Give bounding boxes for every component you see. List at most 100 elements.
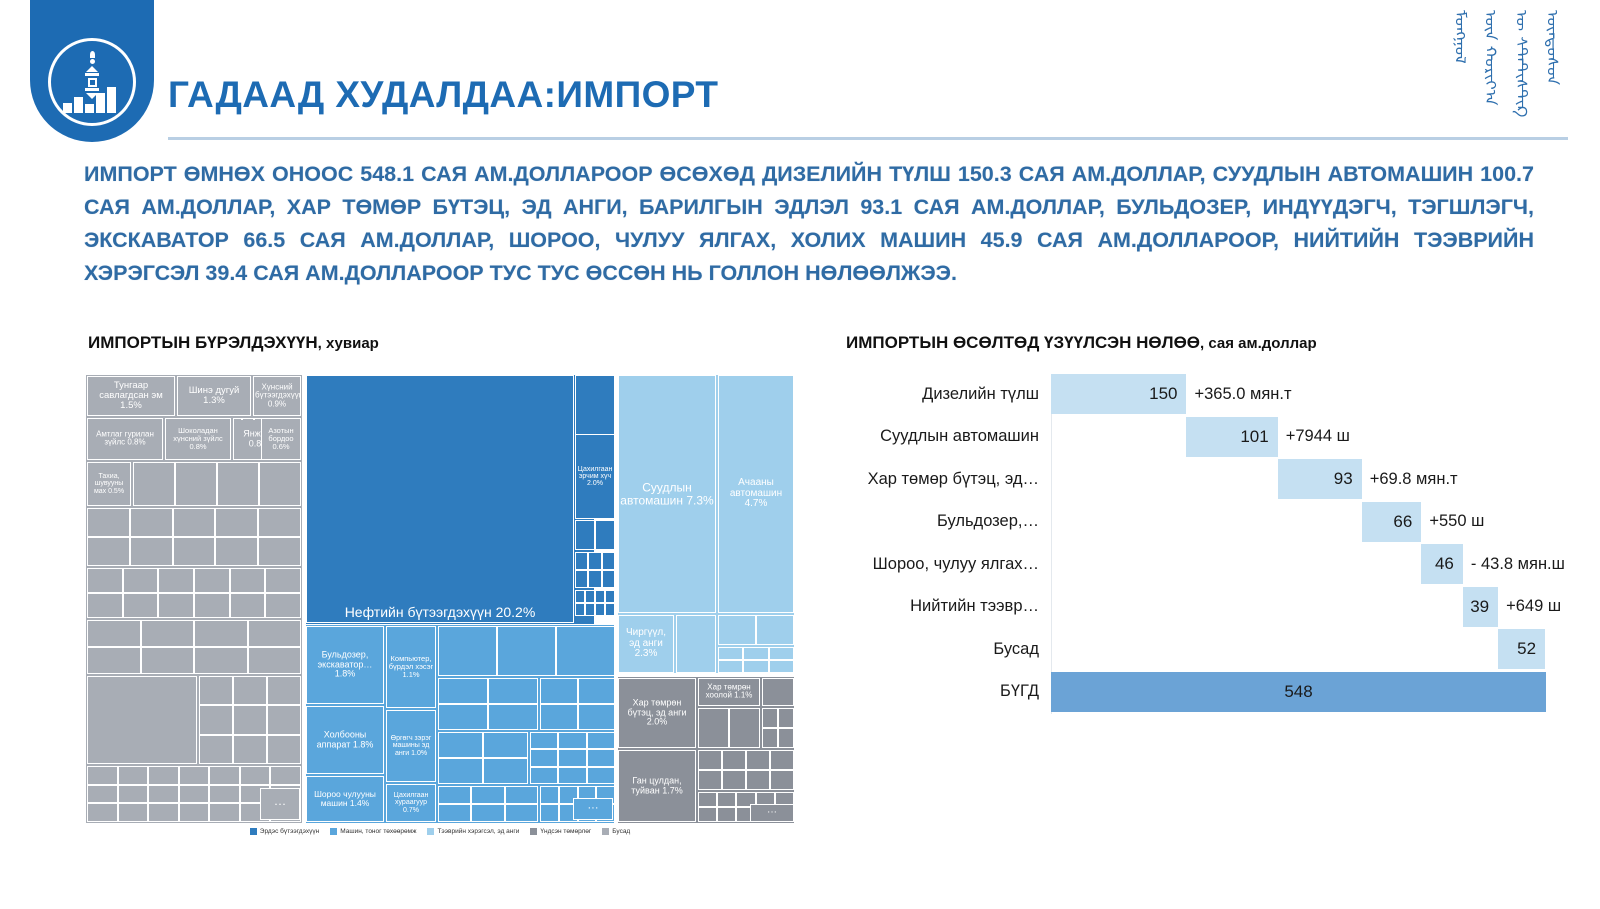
treemap-tile-small[interactable]	[233, 705, 267, 735]
treemap-tile-small[interactable]	[743, 647, 769, 660]
treemap-tile-small[interactable]	[698, 770, 722, 790]
treemap-tile-small[interactable]	[178, 766, 210, 785]
treemap-tile-small[interactable]	[540, 786, 559, 804]
treemap-tile-shokolad[interactable]: Шоколадан хүнсний зүйлс 0.8%	[165, 418, 231, 460]
treemap-tile-small[interactable]	[215, 537, 259, 566]
treemap-tile-small[interactable]	[158, 568, 194, 593]
treemap-tile-small[interactable]	[718, 615, 756, 645]
treemap-tile-huraaguur[interactable]: Цахилгаан хураагуур 0.7%	[386, 784, 436, 822]
treemap-tile-small[interactable]	[558, 732, 587, 750]
treemap-tile-computer[interactable]: Компьютер, бүрдэл хэсэг 1.1%	[386, 626, 436, 708]
treemap-tile-small[interactable]	[267, 734, 301, 764]
treemap-tile-small[interactable]	[438, 704, 488, 730]
treemap-tile-pad2[interactable]	[241, 418, 243, 420]
treemap-tile-small[interactable]	[172, 508, 216, 537]
treemap-tile-small[interactable]	[215, 508, 259, 537]
treemap-tile-small[interactable]	[129, 537, 173, 566]
treemap-tile-amtlag[interactable]: Амтлаг гурилан зүйлс 0.8%	[87, 418, 163, 460]
treemap-tile-small[interactable]	[87, 620, 141, 647]
treemap-tile-small[interactable]	[233, 676, 267, 706]
treemap-tile-small[interactable]	[87, 537, 130, 566]
treemap-tile-small[interactable]	[122, 593, 159, 618]
treemap-tile-small[interactable]	[488, 678, 538, 704]
treemap-tile-small[interactable]	[778, 728, 794, 748]
treemap-tile-small[interactable]	[601, 570, 615, 588]
treemap-tile-small[interactable]	[586, 749, 615, 767]
waterfall-bar[interactable]: 93	[1277, 459, 1362, 499]
treemap-tile-small[interactable]	[117, 766, 149, 785]
treemap-tile-small[interactable]	[270, 766, 301, 785]
treemap-tile-neft[interactable]: Нефтийн бүтээгдэхүүн 20.2%	[306, 375, 574, 623]
treemap-tile-small[interactable]	[117, 803, 149, 822]
legend-item[interactable]: Үндсэн төмөрлөг	[530, 828, 591, 835]
treemap-tile-small[interactable]	[586, 766, 615, 784]
treemap-tile-small[interactable]	[194, 568, 230, 593]
treemap-tile-small[interactable]	[722, 770, 746, 790]
treemap-tile-azot[interactable]: Азотын бордоо 0.6%	[261, 418, 301, 460]
treemap-tile-small[interactable]	[438, 732, 483, 758]
treemap-tile-small[interactable]	[209, 803, 240, 822]
treemap-tile-small[interactable]	[122, 568, 159, 593]
treemap-tile-small[interactable]	[87, 647, 141, 674]
treemap-tile-har-tomron[interactable]: Хар төмрөн бүтэц, эд анги 2.0%	[618, 678, 696, 748]
legend-item[interactable]: Эрдэс бүтээгдэхүүн	[249, 828, 319, 835]
treemap-tile-tsahilgaan[interactable]: Цахилгаан эрчим хүч 2.0%	[575, 434, 615, 519]
treemap-tile-small[interactable]	[575, 552, 589, 570]
treemap-tile-small[interactable]	[575, 570, 589, 588]
treemap-tile-small[interactable]	[87, 766, 118, 785]
treemap-tile-small[interactable]	[558, 766, 587, 784]
treemap-tile-small[interactable]	[585, 590, 595, 603]
treemap-tile-small[interactable]	[438, 758, 483, 784]
treemap-tile-small[interactable]	[148, 803, 179, 822]
treemap-tile-small[interactable]	[595, 590, 605, 603]
treemap-tile-small[interactable]	[540, 704, 578, 730]
treemap-tile-small[interactable]	[209, 766, 240, 785]
treemap-tile-suudlyn[interactable]: Суудлын автомашин 7.3%	[618, 375, 716, 613]
waterfall-bar[interactable]: 150	[1051, 374, 1187, 414]
treemap-tile-shoroo[interactable]: Шороо чулууны машин 1.4%	[306, 776, 384, 822]
treemap-tile-small[interactable]	[575, 590, 585, 603]
treemap-tile-small[interactable]	[488, 704, 538, 730]
treemap-tile-small[interactable]	[575, 520, 595, 550]
treemap-tile-small[interactable]	[722, 750, 746, 770]
treemap-tile-small[interactable]	[778, 708, 794, 728]
treemap-tile-small[interactable]	[233, 734, 267, 764]
treemap-tile-orgogch[interactable]: Өргөгч зэрэг машины эд анги 1.0%	[386, 710, 436, 782]
treemap-tile-small[interactable]	[530, 766, 559, 784]
treemap-tile-small[interactable]	[577, 678, 615, 704]
treemap-tile-small[interactable]	[743, 660, 769, 673]
treemap-tile-small[interactable]	[595, 520, 615, 550]
treemap-tile-small[interactable]	[698, 708, 729, 748]
treemap-tile-tungaar[interactable]: Тунгаар савлагдсан эм 1.5%	[87, 376, 175, 416]
treemap-tile-small[interactable]	[117, 784, 149, 804]
waterfall-bar[interactable]: 52	[1498, 629, 1546, 669]
treemap-tile-small[interactable]	[540, 804, 559, 822]
treemap-tile-hunsnii[interactable]: Хүнсний бүтээгдэхүүн 0.9%	[253, 376, 301, 416]
treemap-tile-small[interactable]	[504, 786, 538, 804]
treemap-tile-small[interactable]	[265, 593, 301, 618]
treemap-tile-gan-tsuldan[interactable]: Ган цулдан, туйван 1.7%	[618, 750, 696, 822]
treemap-tile-small[interactable]	[770, 770, 794, 790]
treemap-tile-small[interactable]	[756, 615, 794, 645]
treemap-tile-small[interactable]	[229, 568, 266, 593]
treemap-tile-small[interactable]	[87, 568, 123, 593]
treemap-tile-small[interactable]	[194, 647, 248, 674]
treemap-tile-tahia[interactable]: Тахиа, шувууны мах 0.5%	[87, 462, 131, 506]
legend-item[interactable]: Бусад	[602, 828, 630, 835]
treemap-tile-small[interactable]	[87, 593, 123, 618]
treemap-tile-small[interactable]	[259, 462, 301, 506]
treemap-tile-small[interactable]	[178, 803, 210, 822]
treemap-tile-small[interactable]	[717, 807, 737, 822]
waterfall-bar[interactable]: 46	[1421, 544, 1463, 584]
treemap-tile-small[interactable]	[438, 626, 497, 676]
treemap-tile-small[interactable]	[175, 462, 217, 506]
treemap-tile-small[interactable]	[194, 593, 230, 618]
treemap-tile-buldozer[interactable]: Бульдозер, экскаватор… 1.8%	[306, 626, 384, 704]
treemap-tile-small[interactable]	[497, 626, 556, 676]
legend-item[interactable]: Тээврийн хэрэгсэл, эд анги	[427, 828, 519, 835]
treemap-tile-shine-dugui[interactable]: Шинэ дугуй 1.3%	[177, 376, 251, 416]
treemap-tile-small[interactable]	[247, 620, 301, 647]
treemap-tile-small[interactable]	[770, 750, 794, 770]
treemap-tile-more[interactable]: ···	[750, 804, 794, 822]
treemap-tile-small[interactable]	[140, 620, 194, 647]
